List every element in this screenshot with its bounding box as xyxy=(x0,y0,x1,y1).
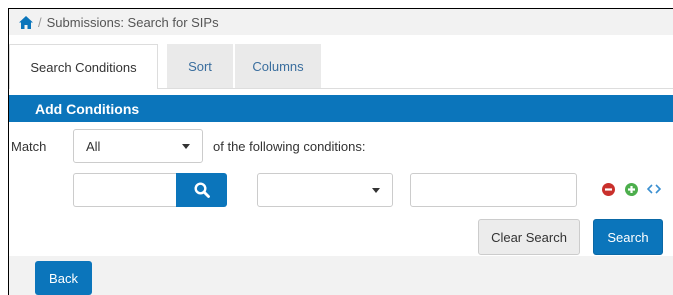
match-label: Match xyxy=(11,139,47,154)
chevron-down-icon xyxy=(372,188,380,193)
breadcrumb-separator: / xyxy=(38,14,42,30)
tab-divider xyxy=(158,88,673,89)
operator-select[interactable] xyxy=(257,173,393,207)
remove-condition-icon[interactable] xyxy=(602,183,615,196)
add-conditions-header: Add Conditions xyxy=(9,95,673,122)
match-select[interactable]: All xyxy=(73,129,203,163)
tab-bar: Search Conditions Sort Columns xyxy=(9,35,673,89)
clear-search-button[interactable]: Clear Search xyxy=(478,219,580,255)
match-select-value: All xyxy=(86,138,101,154)
chevron-down-icon xyxy=(182,144,190,149)
code-icon[interactable] xyxy=(647,182,661,196)
search-field-button[interactable] xyxy=(176,173,227,207)
footer-bar xyxy=(9,256,673,295)
tab-sort[interactable]: Sort xyxy=(167,44,233,89)
search-button[interactable]: Search xyxy=(593,219,663,255)
back-button[interactable]: Back xyxy=(35,261,92,295)
add-condition-icon[interactable] xyxy=(625,183,638,196)
value-input[interactable] xyxy=(410,173,577,207)
home-icon[interactable] xyxy=(19,15,33,29)
tab-columns[interactable]: Columns xyxy=(235,44,321,89)
breadcrumb-title: Submissions: Search for SIPs xyxy=(46,14,219,30)
search-icon xyxy=(193,182,210,198)
breadcrumb: / Submissions: Search for SIPs xyxy=(9,9,673,35)
search-input[interactable] xyxy=(73,173,177,207)
following-conditions-label: of the following conditions: xyxy=(213,139,366,154)
tab-search-conditions[interactable]: Search Conditions xyxy=(9,44,158,89)
